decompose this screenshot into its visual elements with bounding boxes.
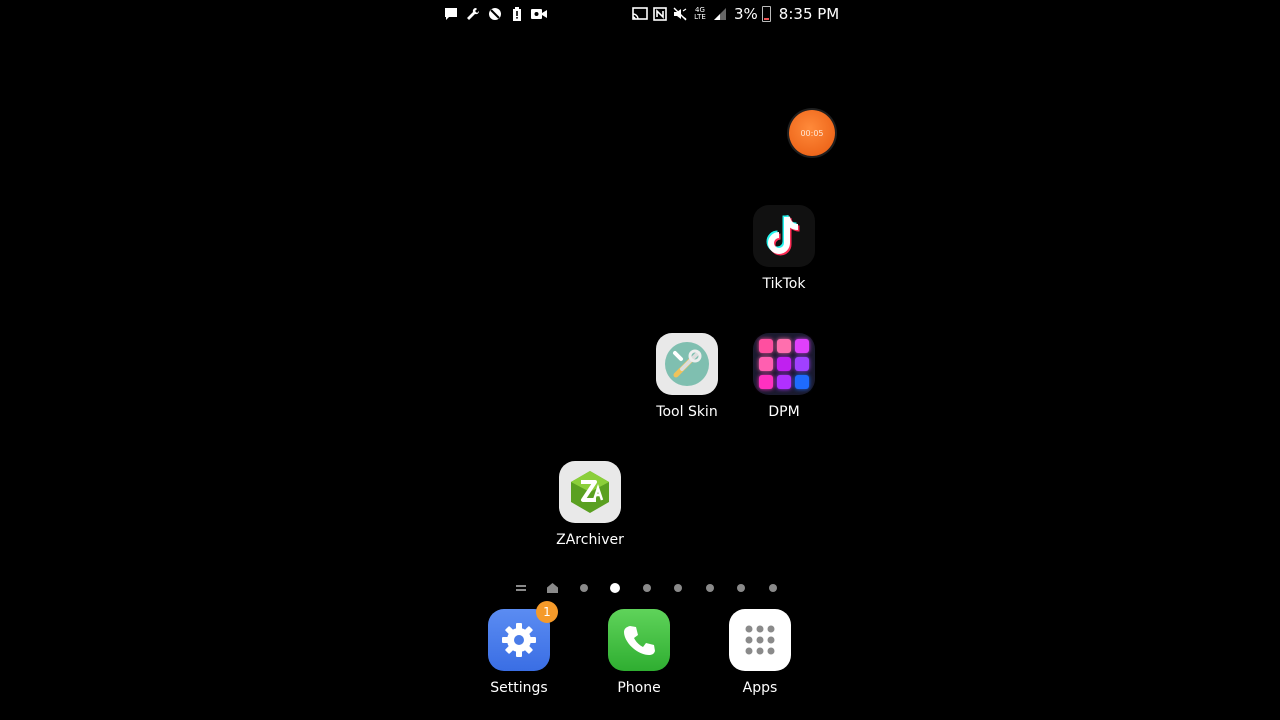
app-label: Phone — [617, 680, 661, 696]
app-label: TikTok — [762, 276, 806, 292]
dock-settings[interactable]: 1 Settings — [474, 601, 564, 696]
pad-tile — [795, 339, 809, 353]
notification-badge: 1 — [536, 601, 558, 623]
page-dot-mark — [642, 584, 651, 592]
video-record-icon — [531, 6, 547, 22]
gear-icon: 1 — [488, 601, 558, 671]
battery-alert-icon — [509, 6, 525, 22]
page-indicator[interactable] — [505, 580, 789, 596]
pad-tile — [795, 375, 809, 389]
pad-tile — [777, 339, 791, 353]
phone-icon — [608, 609, 670, 671]
mute-icon — [672, 6, 688, 22]
status-bar-notification-icons — [443, 5, 547, 23]
status-bar-system-icons: 4G LTE 3% 8:35 PM — [632, 4, 839, 24]
page-dot[interactable] — [631, 580, 663, 596]
app-label: DPM — [768, 404, 800, 420]
battery-percentage: 3% — [734, 5, 758, 23]
page-dot[interactable] — [726, 580, 758, 596]
screen-recorder-bubble[interactable]: 00:05 — [789, 110, 835, 156]
app-label: Apps — [742, 680, 778, 696]
pad-tile — [759, 375, 773, 389]
app-tiktok[interactable]: TikTok — [739, 205, 829, 292]
pad-grid — [759, 339, 809, 389]
zarchiver-icon — [559, 461, 621, 523]
wrench-icon — [465, 6, 481, 22]
active-page-dot — [610, 583, 621, 593]
recorder-timer: 00:05 — [800, 128, 824, 138]
page-dot-mark — [674, 584, 683, 592]
app-tool-skin[interactable]: Tool Skin — [642, 333, 732, 420]
app-dpm[interactable]: DPM — [739, 333, 829, 420]
page-dot[interactable] — [663, 580, 695, 596]
app-label: Settings — [490, 680, 548, 696]
blocked-icon — [487, 6, 503, 22]
app-drawer-icon — [729, 609, 791, 671]
tiktok-icon — [753, 205, 815, 267]
page-dot-mark — [737, 584, 746, 592]
page-dot-mark — [579, 584, 588, 592]
page-dot-mark — [705, 584, 714, 592]
app-label: ZArchiver — [556, 532, 624, 548]
signal-strength-icon — [712, 6, 728, 22]
tools-icon — [656, 333, 718, 395]
pad-tile — [777, 375, 791, 389]
page-dot[interactable] — [757, 580, 789, 596]
dock-phone[interactable]: Phone — [594, 609, 684, 696]
cast-icon — [632, 6, 648, 22]
app-zarchiver[interactable]: ZArchiver — [545, 461, 635, 548]
pad-tile — [777, 357, 791, 371]
page-dot[interactable] — [694, 580, 726, 596]
page-dot-mark — [768, 584, 777, 592]
app-label: Tool Skin — [656, 404, 718, 420]
battery-icon — [761, 6, 771, 22]
pad-tile — [759, 339, 773, 353]
page-indicator-home-icon[interactable] — [537, 580, 569, 596]
page-indicator-briefing-icon[interactable] — [505, 580, 537, 596]
dock-apps[interactable]: Apps — [715, 609, 805, 696]
page-dot[interactable] — [568, 580, 600, 596]
pad-tile — [759, 357, 773, 371]
drum-pads-icon — [753, 333, 815, 395]
network-type-indicator: 4G LTE — [694, 6, 706, 21]
message-icon — [443, 6, 459, 22]
clock: 8:35 PM — [778, 5, 840, 23]
pad-tile — [795, 357, 809, 371]
page-dot[interactable] — [600, 580, 632, 596]
nfc-icon — [652, 6, 668, 22]
